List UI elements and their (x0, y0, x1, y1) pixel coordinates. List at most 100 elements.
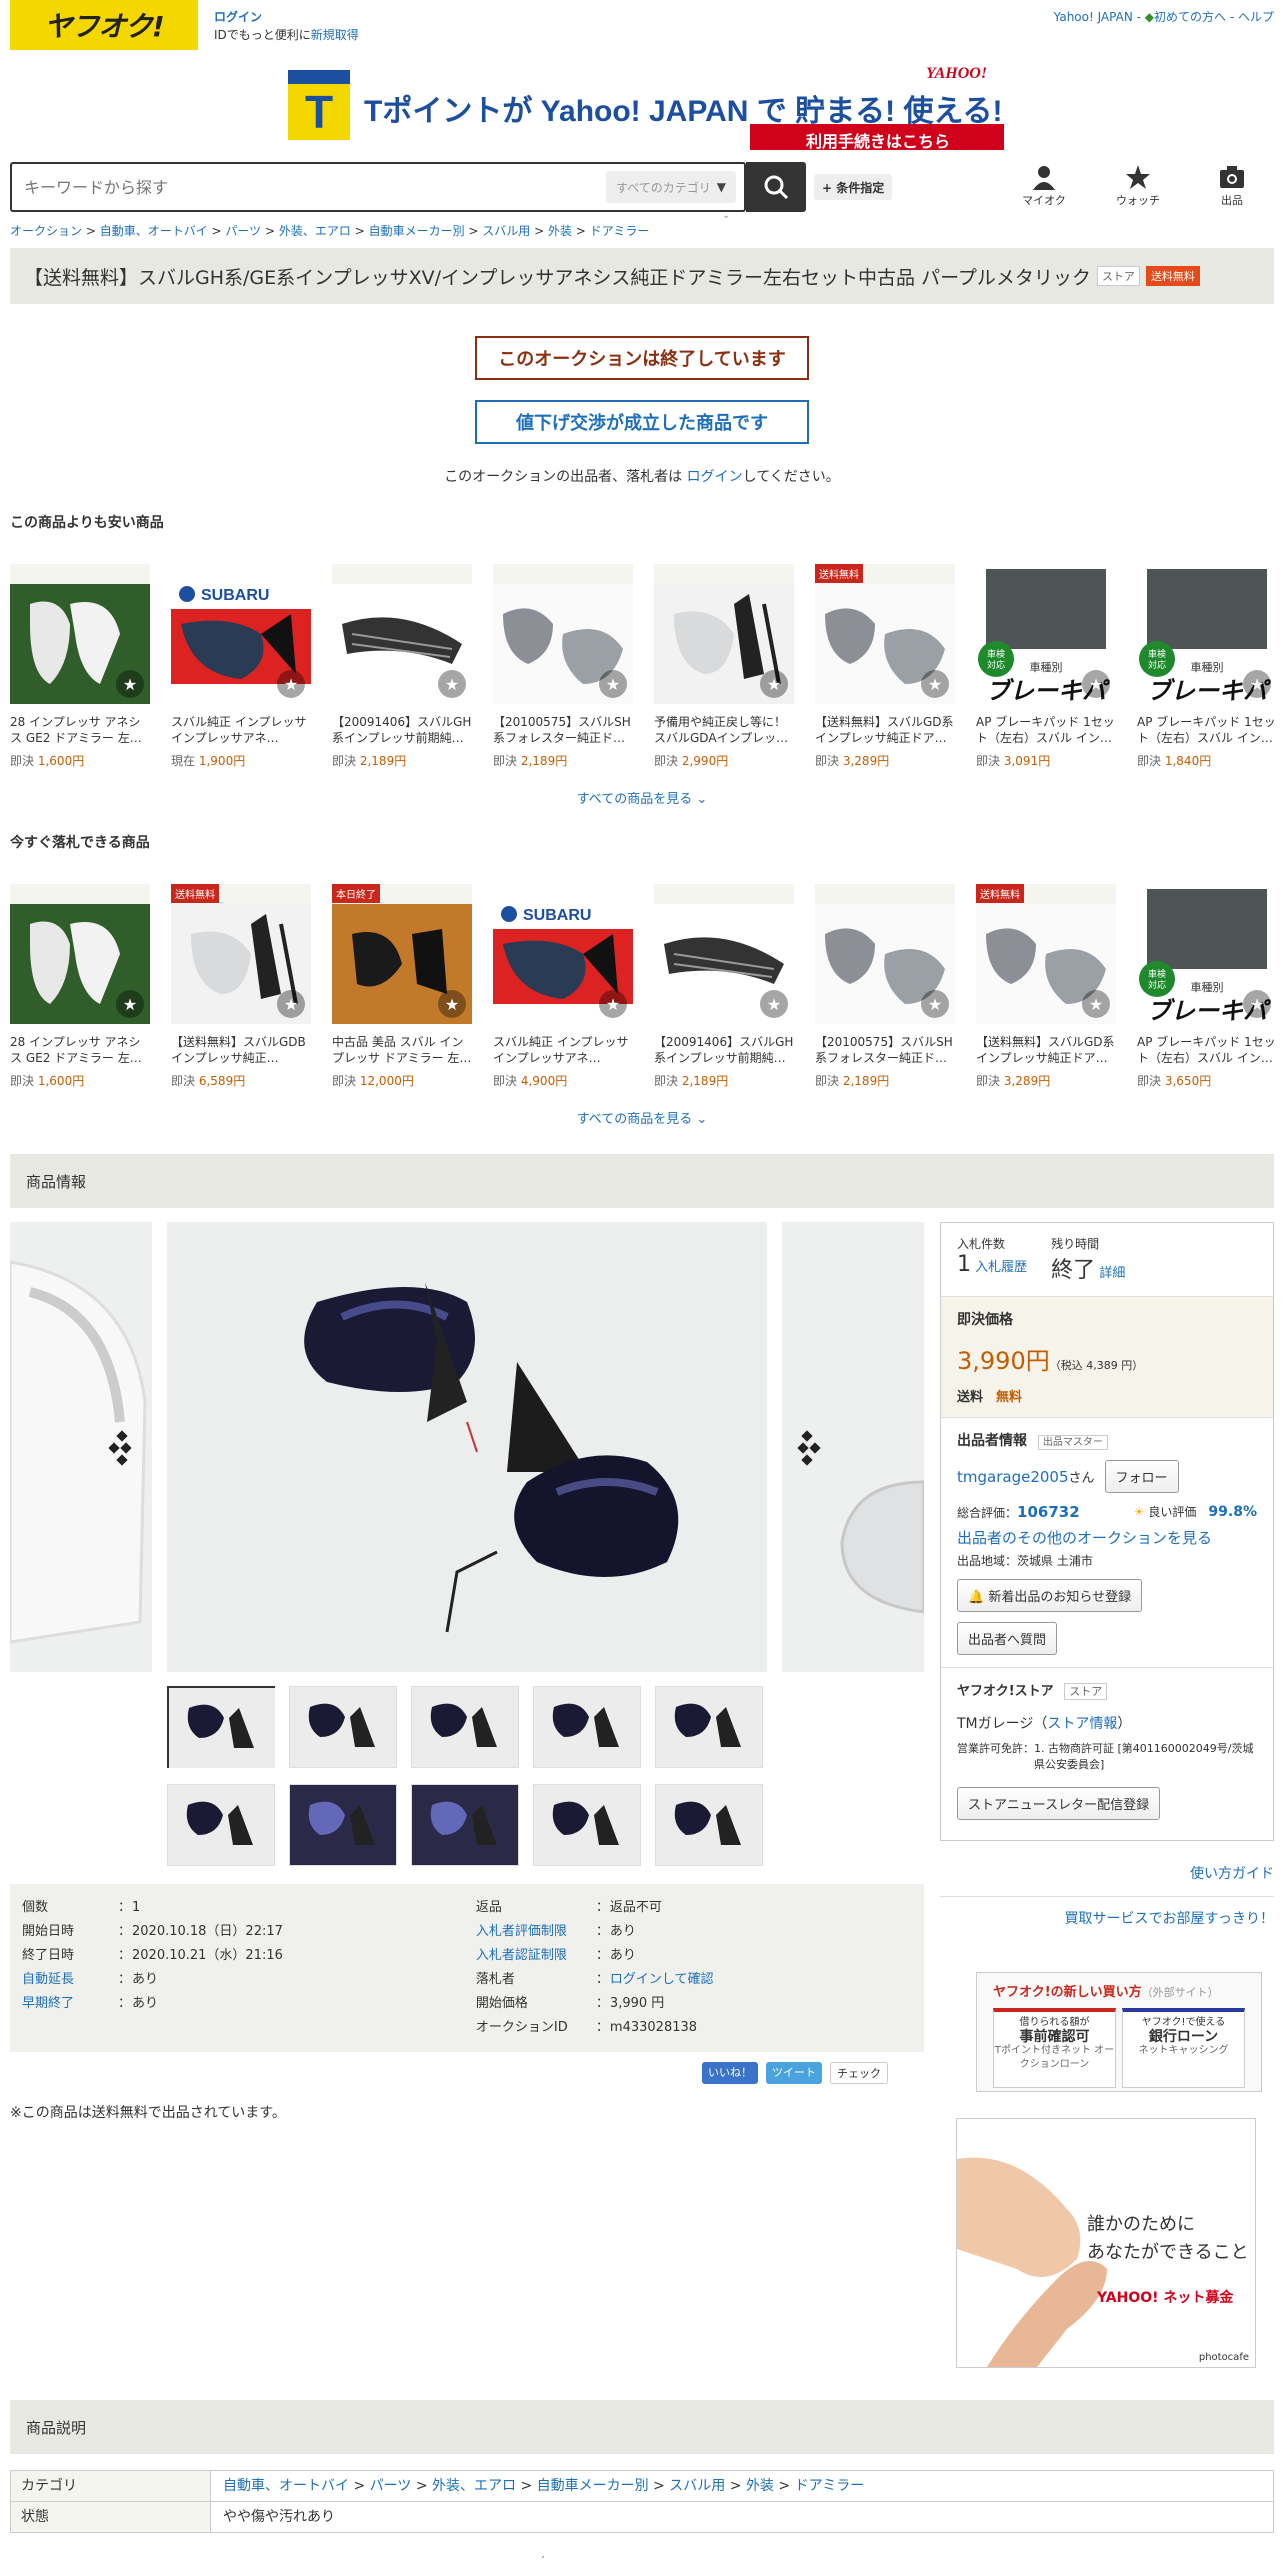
main-product-image[interactable] (167, 1222, 767, 1672)
product-card[interactable]: ★ 28 インプレッサ アネシス GE2 ドアミラー 左… 即決 1,600円 (10, 564, 150, 769)
watch-star-icon[interactable]: ★ (438, 670, 466, 698)
tweet-button[interactable]: ツイート (766, 2062, 822, 2084)
sell-link[interactable]: 出品 (1202, 164, 1262, 208)
product-card[interactable]: 本日終了 ★ 中古品 美品 スバル インプレッサ ドアミラー 左… 即決 12,000… (332, 884, 472, 1089)
image-thumbnail[interactable] (655, 1686, 763, 1768)
product-name[interactable]: 【20091406】スバルGH系インプレッサ前期純… (332, 714, 472, 746)
image-thumbnail[interactable] (167, 1784, 275, 1866)
product-thumbnail[interactable]: 送料無料 ★ (171, 884, 311, 1024)
product-name[interactable]: 28 インプレッサ アネシス GE2 ドアミラー 左… (10, 1034, 150, 1066)
image-thumbnail[interactable] (533, 1784, 641, 1866)
login-message-link[interactable]: ログイン (687, 469, 743, 485)
product-thumbnail[interactable]: 本日終了 ★ (332, 884, 472, 1024)
product-card[interactable]: 車検 対応 車種別 ブレーキパ ★ AP ブレーキパッド 1セット（左右）スバル イン… 即… (1137, 564, 1277, 769)
question-button[interactable]: 出品者へ質問 (957, 1622, 1058, 1655)
category-path-link[interactable]: スバル用 (669, 2478, 725, 2494)
product-card[interactable]: 送料無料 ★ 【送料無料】スバルGD系インプレッサ純正ドア… 即決 3,289円 (976, 884, 1116, 1089)
category-path-link[interactable]: 外装 (746, 2478, 774, 2494)
breadcrumb-item[interactable]: 外装 (548, 224, 572, 238)
watch-star-icon[interactable]: ★ (438, 990, 466, 1018)
tpoint-banner[interactable]: T YAHOO! Tポイントが Yahoo! JAPAN で 貯まる! 使える!… (286, 62, 1006, 152)
product-card[interactable]: SUBARU ★ スバル純正 インプレッサ インプレッサアネ… 現在 1,900円 (171, 564, 311, 769)
product-thumbnail[interactable]: ★ (493, 564, 633, 704)
store-info-link[interactable]: ストア情報 (1047, 1716, 1117, 1732)
watch-star-icon[interactable]: ★ (116, 670, 144, 698)
product-name[interactable]: AP ブレーキパッド 1セット（左右）スバル イン… (1137, 714, 1277, 746)
product-name[interactable]: AP ブレーキパッド 1セット（左右）スバル イン… (1137, 1034, 1277, 1066)
watch-star-icon[interactable]: ★ (277, 990, 305, 1018)
buynow-see-all[interactable]: すべての商品を見る ⌄ (0, 1108, 1284, 1127)
product-name[interactable]: 【送料無料】スバルGD系インプレッサ純正ドア… (976, 1034, 1116, 1066)
buyback-link[interactable]: 買取サービスでお部屋すっきり！ (1065, 1911, 1274, 1927)
product-name[interactable]: 【送料無料】スバルGDB インプレッサ純正… (171, 1034, 311, 1066)
bid-history-link[interactable]: 入札履歴 (975, 1260, 1027, 1275)
seller-name-link[interactable]: tmgarage2005 (957, 1468, 1069, 1486)
cheaper-see-all[interactable]: すべての商品を見る ⌄ (0, 788, 1284, 807)
guide-link[interactable]: 使い方ガイド (1190, 1866, 1274, 1882)
info-key[interactable]: 自動延長 (22, 1968, 118, 1992)
login-link[interactable]: ログイン (214, 10, 262, 24)
product-name[interactable]: 【送料無料】スバルGD系インプレッサ純正ドア… (815, 714, 955, 746)
follow-button[interactable]: フォロー (1104, 1460, 1179, 1493)
product-card[interactable]: ★ 【20091406】スバルGH系インプレッサ前期純… 即決 2,189円 (332, 564, 472, 769)
image-thumbnail[interactable] (533, 1686, 641, 1768)
image-thumbnail[interactable] (411, 1784, 519, 1866)
other-auctions-link[interactable]: 出品者のその他のオークションを見る (957, 1529, 1212, 1547)
watch-star-icon[interactable]: ★ (116, 990, 144, 1018)
image-thumbnail[interactable] (411, 1686, 519, 1768)
product-name[interactable]: AP ブレーキパッド 1セット（左右）スバル イン… (976, 714, 1116, 746)
loan-ad-1[interactable]: 借りられる額が 事前確認可 Tポイント付きネット オークションローン (993, 2008, 1116, 2088)
product-name[interactable]: 予備用や純正戻し等に！スバルGDAインプレッ… (654, 714, 794, 746)
category-select[interactable]: すべてのカテゴリ ▼ (606, 171, 736, 203)
donation-ad[interactable]: 誰かのために あなたができること YAHOO! ネット募金 photocafe (956, 2118, 1256, 2368)
product-thumbnail[interactable]: SUBARU ★ (493, 884, 633, 1024)
prev-image-button[interactable] (108, 1428, 136, 1472)
product-card[interactable]: ★ 【20091406】スバルGH系インプレッサ前期純… 即決 2,189円 (654, 884, 794, 1089)
product-name[interactable]: 中古品 美品 スバル インプレッサ ドアミラー 左… (332, 1034, 472, 1066)
watch-star-icon[interactable]: ★ (921, 990, 949, 1018)
yafuoku-logo[interactable]: ヤフオク! (10, 0, 198, 50)
product-name[interactable]: スバル純正 インプレッサ インプレッサアネ… (171, 714, 311, 746)
info-value[interactable]: ログインして確認 (610, 1968, 714, 1992)
breadcrumb-item[interactable]: スバル用 (482, 224, 530, 238)
product-thumbnail[interactable]: 送料無料 ★ (815, 564, 955, 704)
yahoo-japan-link[interactable]: Yahoo! JAPAN (1054, 10, 1133, 24)
image-thumbnail[interactable] (655, 1784, 763, 1866)
watch-star-icon[interactable]: ★ (1082, 990, 1110, 1018)
product-thumbnail[interactable]: ★ (332, 564, 472, 704)
product-thumbnail[interactable]: 送料無料 ★ (976, 884, 1116, 1024)
product-card[interactable]: ★ 【20100575】スバルSH系フォレスター純正ド… 即決 2,189円 (493, 564, 633, 769)
new-payment-ad[interactable]: ヤフオク!の新しい買い方（外部サイト） 借りられる額が 事前確認可 Tポイント付きネ… (976, 1972, 1262, 2092)
product-name[interactable]: 【20091406】スバルGH系インプレッサ前期純… (654, 1034, 794, 1066)
product-thumbnail[interactable]: 車検 対応 車種別 ブレーキパ ★ (1137, 564, 1277, 704)
product-card[interactable]: 車検 対応 車種別 ブレーキパ ★ AP ブレーキパッド 1セット（左右）スバル イン… 即… (976, 564, 1116, 769)
newsletter-button[interactable]: ストアニュースレター配信登録 (957, 1787, 1161, 1820)
product-thumbnail[interactable]: ★ (654, 884, 794, 1024)
product-card[interactable]: ★ 28 インプレッサ アネシス GE2 ドアミラー 左… 即決 1,600円 (10, 884, 150, 1089)
info-key[interactable]: 入札者認証制限 (476, 1944, 596, 1968)
product-card[interactable]: ★ 【20100575】スバルSH系フォレスター純正ド… 即決 2,189円 (815, 884, 955, 1089)
category-path-link[interactable]: 外装、エアロ (432, 2478, 516, 2494)
product-card[interactable]: SUBARU ★ スバル純正 インプレッサ インプレッサアネ… 即決 4,900円 (493, 884, 633, 1089)
product-card[interactable]: 車検 対応 車種別 ブレーキパ ★ AP ブレーキパッド 1セット（左右）スバル イン… 即… (1137, 884, 1277, 1089)
watch-star-icon[interactable]: ★ (1082, 670, 1110, 698)
product-thumbnail[interactable]: ★ (10, 884, 150, 1024)
condition-button[interactable]: + 条件指定 (814, 174, 893, 200)
loan-ad-2[interactable]: ヤフオク!で使える 銀行ローン ネットキャッシング (1122, 2008, 1245, 2088)
product-thumbnail[interactable]: ★ (10, 564, 150, 704)
watch-star-icon[interactable]: ★ (599, 990, 627, 1018)
help-link[interactable]: ヘルプ (1238, 10, 1274, 24)
watch-link[interactable]: ウォッチ (1108, 164, 1168, 208)
rating-link[interactable]: 106732 (1017, 1503, 1080, 1521)
search-input[interactable] (12, 165, 606, 209)
check-button[interactable]: チェック (830, 2062, 888, 2084)
product-name[interactable]: 【20100575】スバルSH系フォレスター純正ド… (493, 714, 633, 746)
category-path-link[interactable]: パーツ (370, 2478, 412, 2494)
image-thumbnail[interactable] (289, 1686, 397, 1768)
category-path-link[interactable]: 自動車メーカー別 (537, 2478, 649, 2494)
watch-star-icon[interactable]: ★ (1243, 670, 1271, 698)
time-detail-link[interactable]: 詳細 (1099, 1266, 1125, 1281)
product-name[interactable]: 28 インプレッサ アネシス GE2 ドアミラー 左… (10, 714, 150, 746)
watch-star-icon[interactable]: ★ (277, 670, 305, 698)
search-expand-icon[interactable]: ⌄ (722, 210, 730, 221)
